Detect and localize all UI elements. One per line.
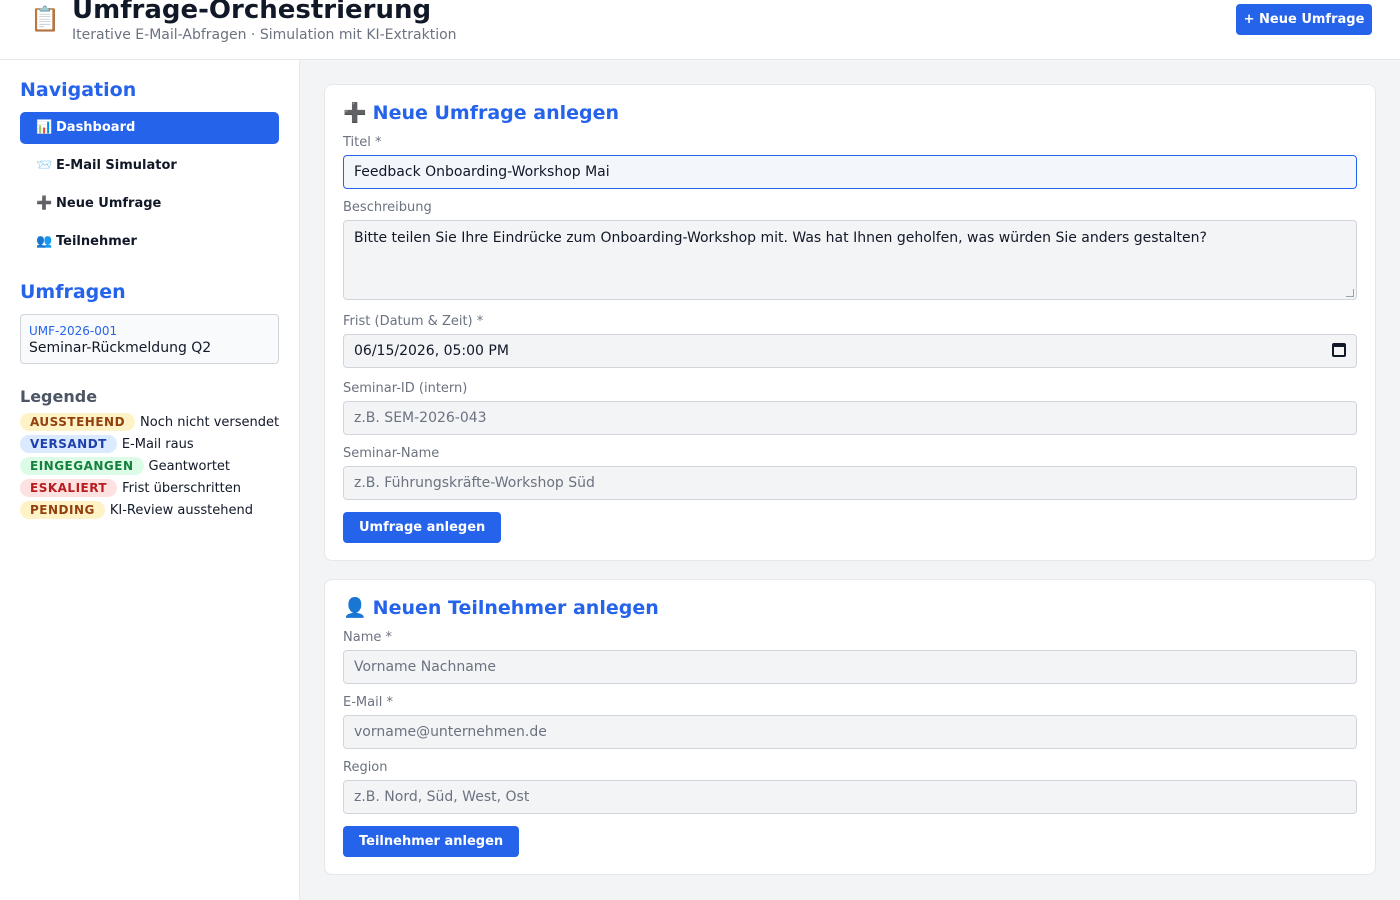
chart-icon: 📊: [36, 120, 53, 135]
deadline-input[interactable]: 06/15/2026, 05:00 PM: [343, 334, 1357, 368]
sidebar-item-new-survey[interactable]: ➕ Neue Umfrage: [20, 188, 279, 220]
survey-name: Seminar-Rückmeldung Q2: [29, 340, 212, 356]
page-subtitle: Iterative E-Mail-Abfragen · Simulation m…: [72, 27, 457, 43]
sidebar: Navigation 📊 Dashboard 📨 E-Mail Simulator …: [0, 60, 300, 900]
card-title-text: Neue Umfrage anlegen: [372, 102, 620, 124]
new-survey-button[interactable]: + Neue Umfrage: [1236, 4, 1372, 35]
region-label: Region: [343, 760, 388, 775]
legend-text: Geantwortet: [148, 459, 231, 474]
status-badge: AUSSTEHEND: [20, 413, 136, 431]
clipboard-icon: 📋: [30, 5, 60, 33]
card-title-text: Neuen Teilnehmer anlegen: [372, 597, 659, 619]
description-label: Beschreibung: [343, 200, 432, 215]
sidebar-item-email-simulator[interactable]: 📨 E-Mail Simulator: [20, 150, 279, 182]
name-input[interactable]: Vorname Nachname: [343, 650, 1357, 684]
legend-item: AUSSTEHEND Noch nicht versendet: [20, 413, 279, 431]
plus-icon: ➕: [343, 102, 367, 124]
legend-item: VERSANDT E-Mail raus: [20, 435, 194, 453]
legend-text: Frist überschritten: [122, 481, 241, 496]
email-label: E-Mail *: [343, 695, 393, 710]
status-badge: PENDING: [20, 501, 105, 519]
title-label: Titel *: [343, 135, 382, 150]
legend-item: PENDING KI-Review ausstehend: [20, 501, 253, 519]
legend-item: EINGEGANGEN Geantwortet: [20, 457, 230, 475]
deadline-value: 06/15/2026, 05:00 PM: [354, 343, 509, 359]
page-title: Umfrage-Orchestrierung: [72, 0, 432, 25]
sidebar-item-label: Teilnehmer: [56, 234, 137, 249]
status-badge: EINGEGANGEN: [20, 457, 144, 475]
users-icon: 👥: [36, 234, 53, 249]
new-participant-card: 👤 Neuen Teilnehmer anlegen Name * Vorname…: [324, 579, 1376, 875]
create-survey-button[interactable]: Umfrage anlegen: [343, 512, 502, 543]
survey-id: UMF-2026-001: [29, 324, 118, 338]
legend-text: KI-Review ausstehend: [109, 503, 253, 518]
description-textarea[interactable]: Bitte teilen Sie Ihre Eindrücke zum Onbo…: [343, 220, 1357, 300]
legend-text: E-Mail raus: [121, 437, 194, 452]
card-title: 👤 Neuen Teilnehmer anlegen: [343, 596, 659, 620]
sidebar-item-dashboard[interactable]: 📊 Dashboard: [20, 112, 279, 144]
card-title: ➕ Neue Umfrage anlegen: [343, 101, 619, 125]
sidebar-item-participants[interactable]: 👥 Teilnehmer: [20, 226, 279, 258]
region-input[interactable]: z.B. Nord, Süd, West, Ost: [343, 780, 1357, 814]
sidebar-item-label: Neue Umfrage: [56, 196, 162, 211]
status-badge: ESKALIERT: [20, 479, 118, 497]
surveys-heading: Umfragen: [20, 281, 126, 303]
resize-handle-icon[interactable]: [1346, 289, 1354, 297]
description-text: Bitte teilen Sie Ihre Eindrücke zum Onbo…: [354, 230, 1207, 246]
sidebar-item-label: Dashboard: [56, 120, 136, 135]
status-badge: VERSANDT: [20, 435, 117, 453]
legend-item: ESKALIERT Frist überschritten: [20, 479, 241, 497]
deadline-label: Frist (Datum & Zeit) *: [343, 314, 484, 329]
seminar-name-input[interactable]: z.B. Führungskräfte-Workshop Süd: [343, 466, 1357, 500]
email-input[interactable]: vorname@unternehmen.de: [343, 715, 1357, 749]
calendar-icon[interactable]: [1332, 343, 1346, 357]
new-survey-card: ➕ Neue Umfrage anlegen Titel * Feedback O…: [324, 84, 1376, 561]
create-participant-button[interactable]: Teilnehmer anlegen: [343, 826, 520, 857]
survey-list-item[interactable]: UMF-2026-001 Seminar-Rückmeldung Q2: [20, 314, 279, 364]
seminar-id-label: Seminar-ID (intern): [343, 381, 468, 396]
seminar-id-input[interactable]: z.B. SEM-2026-043: [343, 401, 1357, 435]
seminar-name-label: Seminar-Name: [343, 446, 440, 461]
user-icon: 👤: [343, 597, 367, 619]
plus-icon: ➕: [36, 196, 53, 211]
sidebar-item-label: E-Mail Simulator: [56, 158, 177, 173]
app-header: 📋 Umfrage-Orchestrierung Iterative E-Mai…: [0, 0, 1400, 60]
nav-heading: Navigation: [20, 79, 137, 101]
name-label: Name *: [343, 630, 392, 645]
legend-text: Noch nicht versendet: [140, 415, 280, 430]
legend-heading: Legende: [20, 387, 98, 406]
mail-icon: 📨: [36, 158, 53, 173]
title-input[interactable]: Feedback Onboarding-Workshop Mai: [343, 155, 1357, 189]
